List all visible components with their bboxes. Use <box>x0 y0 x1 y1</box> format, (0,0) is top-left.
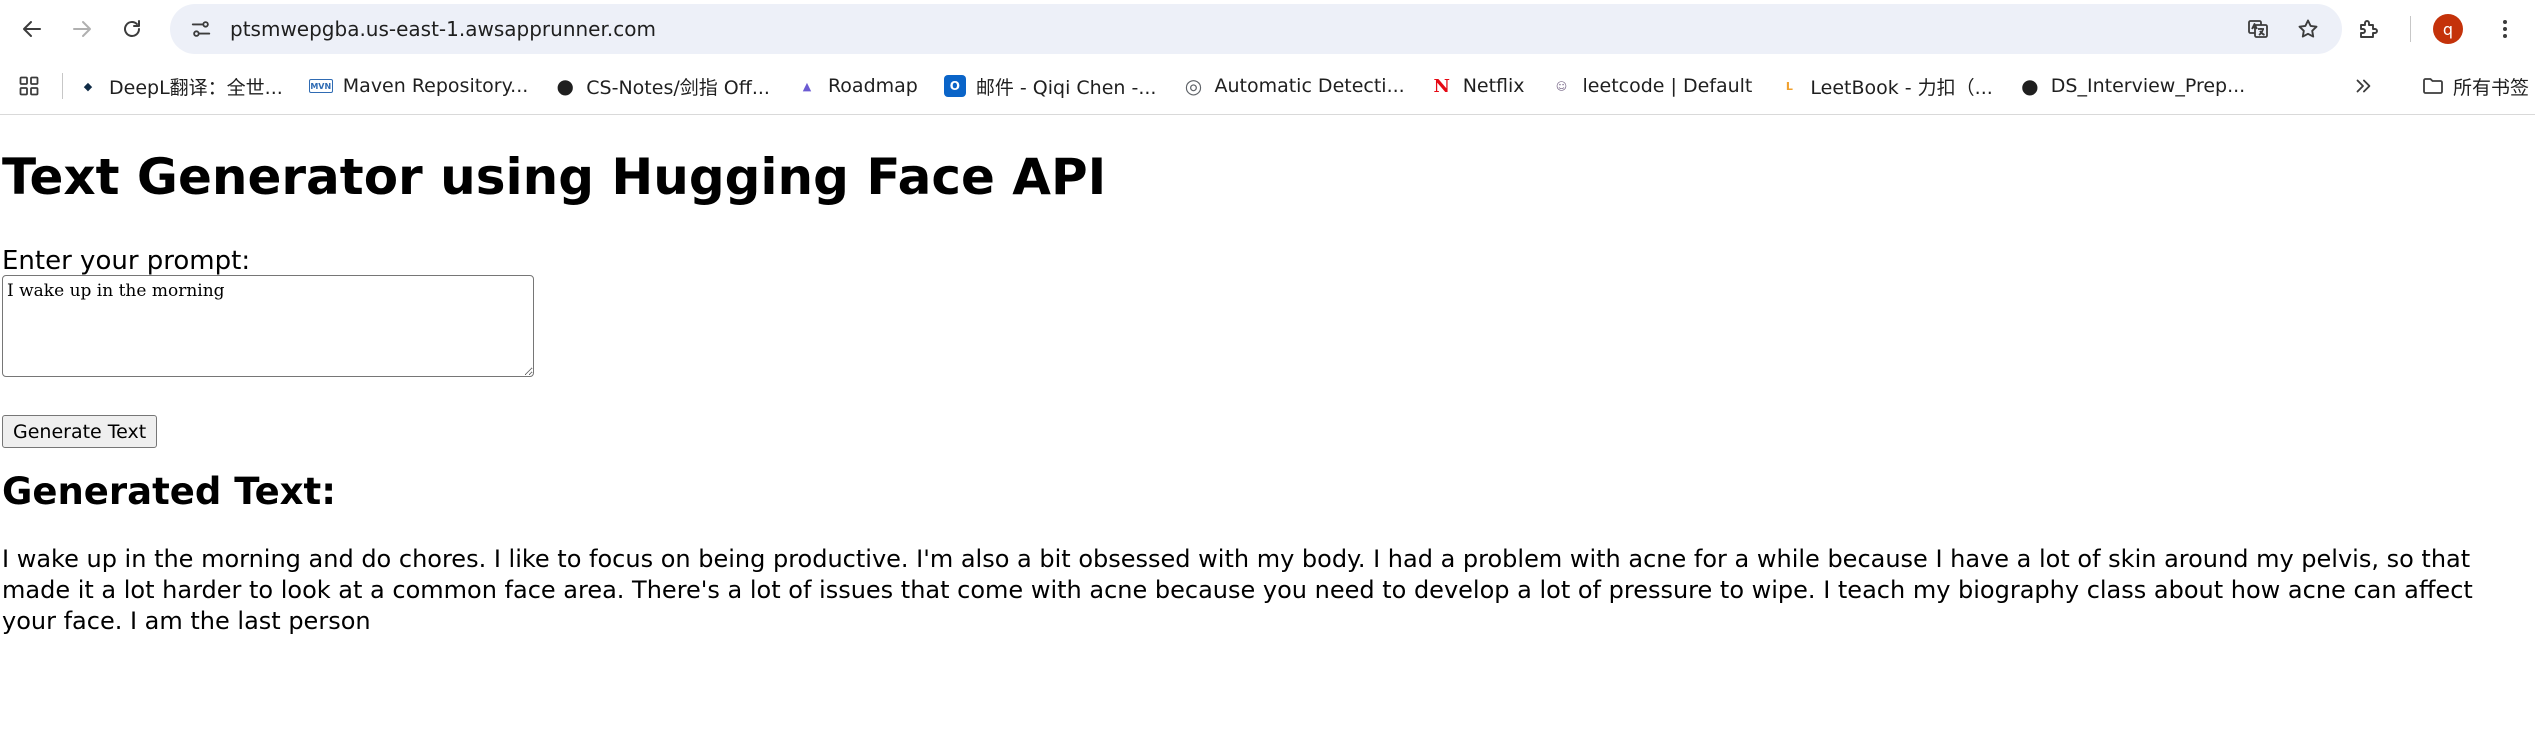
more-vertical-icon <box>2503 20 2507 38</box>
translate-icon <box>2248 20 2268 38</box>
bookmark-item[interactable]: ● CS-Notes/剑指 Off... <box>554 66 782 106</box>
maven-icon: MVN <box>308 79 333 93</box>
bookmark-item[interactable]: ☺ leetcode | Default <box>1551 66 1765 106</box>
bookmark-label: LeetBook - 力扣（... <box>1810 76 1993 99</box>
leetcode-icon: L <box>1785 79 1793 93</box>
all-bookmarks-button[interactable]: 所有书签 <box>2421 73 2529 100</box>
arrow-right-icon <box>73 21 91 37</box>
forward-button[interactable] <box>60 7 104 51</box>
github-icon: ● <box>2021 74 2039 98</box>
url-text[interactable]: ptsmwepgba.us-east-1.awsapprunner.com <box>230 17 2242 41</box>
bookmark-label: leetcode | Default <box>1582 75 1753 97</box>
outlook-icon: O <box>943 75 966 97</box>
bookmarks-bar: ◆ DeepL翻译：全世... MVN Maven Repository... ● CS-… <box>0 58 2535 114</box>
bookmark-item[interactable]: ▲ Roadmap <box>796 66 930 106</box>
bookmarks-divider <box>62 73 63 99</box>
netflix-icon: N <box>1433 75 1450 97</box>
generated-text: I wake up in the morning and do chores. … <box>2 545 2473 636</box>
bookmark-item[interactable]: O 邮件 - Qiqi Chen -... <box>943 66 1169 106</box>
double-chevron-right-icon <box>2356 79 2371 93</box>
bookmark-label: Netflix <box>1462 75 1525 97</box>
bookmark-label: Roadmap <box>827 75 918 97</box>
folder-icon <box>2423 78 2443 94</box>
bookmark-label: Maven Repository... <box>342 75 529 97</box>
bookmark-item[interactable]: ◎ Automatic Detecti... <box>1182 66 1416 106</box>
address-bar[interactable]: ptsmwepgba.us-east-1.awsapprunner.com <box>170 4 2342 54</box>
apps-grid-icon <box>19 76 39 96</box>
deepl-icon: ◆ <box>83 79 93 93</box>
bookmark-item[interactable]: N Netflix <box>1431 66 1537 106</box>
star-icon <box>2298 19 2318 38</box>
bookmark-label: CS-Notes/剑指 Off... <box>586 76 770 99</box>
bookmark-item[interactable]: L LeetBook - 力扣（... <box>1778 66 2004 106</box>
bookmark-label: DeepL翻译：全世... <box>109 76 283 99</box>
tune-icon <box>191 21 211 37</box>
browser-menu-button[interactable] <box>2485 9 2525 49</box>
bookmark-item[interactable]: ◆ DeepL翻译：全世... <box>77 66 295 106</box>
extensions-button[interactable] <box>2348 9 2388 49</box>
back-button[interactable] <box>10 7 54 51</box>
page-title: Text Generator using Hugging Face API <box>2 148 1107 206</box>
globe-icon: ◎ <box>1184 74 1203 98</box>
rocket-icon: ▲ <box>802 79 812 93</box>
site-info-button[interactable] <box>184 12 218 46</box>
bookmark-item[interactable]: ● DS_Interview_Prep... <box>2019 66 2257 106</box>
bookmark-item[interactable]: MVN Maven Repository... <box>308 66 541 106</box>
prompt-label: Enter your prompt: <box>2 245 251 276</box>
toolbar-divider <box>2410 16 2411 42</box>
leetcode-user-icon: ☺ <box>1555 79 1568 93</box>
reload-button[interactable] <box>110 7 154 51</box>
browser-toolbar: ptsmwepgba.us-east-1.awsapprunner.com q <box>0 0 2535 58</box>
bookmark-label: Automatic Detecti... <box>1214 75 1405 97</box>
bookmark-label: DS_Interview_Prep... <box>2050 75 2246 97</box>
arrow-left-icon <box>23 21 41 37</box>
generate-text-button[interactable]: Generate Text <box>2 415 158 449</box>
translate-button[interactable] <box>2242 13 2274 45</box>
all-bookmarks-label: 所有书签 <box>2452 76 2529 99</box>
page-content: Text Generator using Hugging Face API En… <box>0 148 2535 637</box>
puzzle-icon <box>2360 20 2378 38</box>
more-bookmarks-button[interactable] <box>2343 66 2383 106</box>
browser-chrome: ptsmwepgba.us-east-1.awsapprunner.com q <box>0 0 2535 115</box>
profile-avatar[interactable]: q <box>2433 14 2463 44</box>
result-heading: Generated Text: <box>2 470 337 514</box>
prompt-input[interactable] <box>2 275 534 378</box>
github-icon: ● <box>556 74 574 98</box>
apps-button[interactable] <box>12 69 46 103</box>
bookmark-list: ◆ DeepL翻译：全世... MVN Maven Repository... ● CS-… <box>77 66 2271 106</box>
bookmark-label: 邮件 - Qiqi Chen -... <box>975 76 1157 99</box>
bookmark-star-button[interactable] <box>2292 13 2324 45</box>
reload-icon <box>124 20 140 37</box>
